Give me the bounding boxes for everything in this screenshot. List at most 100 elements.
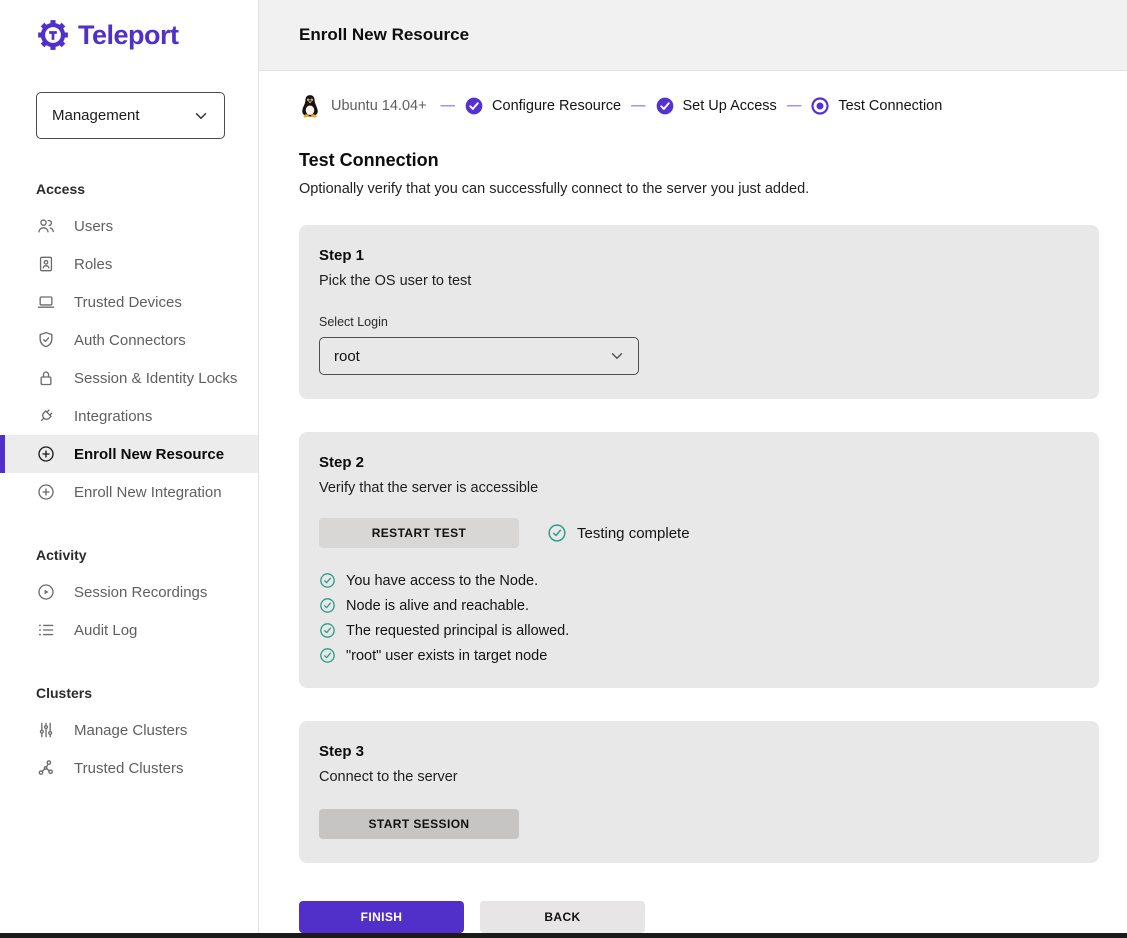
check-item-label: You have access to the Node.	[346, 573, 538, 589]
test-check-item: The requested principal is allowed.	[319, 622, 1079, 639]
play-circle-icon	[36, 582, 56, 602]
sidebar-item-label: Session Recordings	[74, 584, 207, 601]
sidebar-item-integrations[interactable]: Integrations	[0, 397, 258, 435]
sidebar-item-enroll-new-resource[interactable]: Enroll New Resource	[0, 435, 258, 473]
sidebar-item-session-recordings[interactable]: Session Recordings	[0, 573, 258, 611]
sidebar-item-trusted-clusters[interactable]: Trusted Clusters	[0, 749, 258, 787]
test-check-item: "root" user exists in target node	[319, 647, 1079, 664]
step1-description: Pick the OS user to test	[319, 273, 1079, 289]
sidebar-item-label: Enroll New Resource	[74, 446, 224, 463]
main-panel: Enroll New Resource Ubuntu 14.04+ — Conf…	[259, 0, 1127, 933]
chevron-down-icon	[608, 347, 626, 365]
main-header: Enroll New Resource	[259, 0, 1127, 71]
brand-logo[interactable]: Teleport	[0, 18, 258, 52]
step3-description: Connect to the server	[319, 769, 1079, 785]
step1-card: Step 1 Pick the OS user to test Select L…	[299, 225, 1099, 399]
sidebar-item-users[interactable]: Users	[0, 207, 258, 245]
step-done-icon	[464, 96, 484, 116]
laptop-icon	[36, 292, 56, 312]
lock-icon	[36, 368, 56, 388]
plus-circle-icon	[36, 444, 56, 464]
sidebar-item-label: Trusted Devices	[74, 294, 182, 311]
finish-button[interactable]: FINISH	[299, 901, 464, 933]
test-check-list: You have access to the Node. Node is ali…	[319, 572, 1079, 664]
page-subtitle: Optionally verify that you can successfu…	[299, 181, 1127, 197]
login-select-value: root	[334, 348, 360, 365]
stepper-step-label: Test Connection	[838, 98, 942, 114]
login-select[interactable]: root	[319, 337, 639, 375]
section-label-activity: Activity	[0, 533, 258, 573]
page-title: Test Connection	[299, 150, 1127, 171]
testing-status: Testing complete	[547, 523, 690, 543]
stepper-connector: —	[441, 98, 455, 114]
sidebar-item-label: Auth Connectors	[74, 332, 186, 349]
stepper-step-label: Configure Resource	[492, 98, 621, 114]
check-item-label: "root" user exists in target node	[346, 648, 547, 664]
sidebar-item-label: Manage Clusters	[74, 722, 187, 739]
wizard-footer: FINISH BACK	[299, 901, 1127, 933]
check-circle-icon	[319, 572, 336, 589]
stepper-step-configure-resource: Configure Resource	[464, 96, 621, 116]
network-icon	[36, 758, 56, 778]
test-check-item: You have access to the Node.	[319, 572, 1079, 589]
sidebar-item-enroll-new-integration[interactable]: Enroll New Integration	[0, 473, 258, 511]
step3-card: Step 3 Connect to the server START SESSI…	[299, 721, 1099, 863]
sidebar-item-auth-connectors[interactable]: Auth Connectors	[0, 321, 258, 359]
check-item-label: Node is alive and reachable.	[346, 598, 529, 614]
check-circle-icon	[319, 597, 336, 614]
select-login-label: Select Login	[319, 315, 1079, 329]
check-item-label: The requested principal is allowed.	[346, 623, 569, 639]
chevron-down-icon	[192, 107, 210, 125]
check-circle-icon	[547, 523, 567, 543]
start-session-button[interactable]: START SESSION	[319, 809, 519, 839]
list-icon	[36, 620, 56, 640]
shield-check-icon	[36, 330, 56, 350]
app-window: Teleport Management Access Users Roles T…	[0, 0, 1127, 933]
stepper-resource-label: Ubuntu 14.04+	[331, 98, 427, 114]
sidebar-item-label: Roles	[74, 256, 112, 273]
sidebar-item-trusted-devices[interactable]: Trusted Devices	[0, 283, 258, 321]
page-header-title: Enroll New Resource	[299, 25, 469, 45]
testing-status-label: Testing complete	[577, 525, 690, 542]
check-circle-icon	[319, 647, 336, 664]
step1-title: Step 1	[319, 247, 1079, 264]
sliders-icon	[36, 720, 56, 740]
sidebar-item-label: Enroll New Integration	[74, 484, 222, 501]
restart-test-button[interactable]: RESTART TEST	[319, 518, 519, 548]
test-check-item: Node is alive and reachable.	[319, 597, 1079, 614]
step2-card: Step 2 Verify that the server is accessi…	[299, 432, 1099, 688]
step-done-icon	[655, 96, 675, 116]
sidebar-item-manage-clusters[interactable]: Manage Clusters	[0, 711, 258, 749]
sidebar-item-audit-log[interactable]: Audit Log	[0, 611, 258, 649]
sidebar-item-session-identity-locks[interactable]: Session & Identity Locks	[0, 359, 258, 397]
enroll-stepper: Ubuntu 14.04+ — Configure Resource — Set…	[259, 71, 1127, 128]
step3-title: Step 3	[319, 743, 1079, 760]
sidebar-item-label: Audit Log	[74, 622, 137, 639]
management-select[interactable]: Management	[36, 92, 225, 139]
sidebar-item-label: Users	[74, 218, 113, 235]
check-circle-icon	[319, 622, 336, 639]
sidebar-item-label: Session & Identity Locks	[74, 370, 237, 387]
users-icon	[36, 216, 56, 236]
step2-description: Verify that the server is accessible	[319, 480, 1079, 496]
step2-title: Step 2	[319, 454, 1079, 471]
linux-tux-icon	[299, 94, 321, 118]
step-current-icon	[810, 96, 830, 116]
stepper-step-test-connection: Test Connection	[810, 96, 942, 116]
brand-name: Teleport	[78, 20, 179, 51]
roles-icon	[36, 254, 56, 274]
window-bottom-edge	[0, 933, 1127, 938]
section-label-access: Access	[0, 167, 258, 207]
sidebar: Teleport Management Access Users Roles T…	[0, 0, 259, 933]
content-area: Test Connection Optionally verify that y…	[259, 128, 1127, 933]
stepper-connector: —	[631, 98, 645, 114]
back-button[interactable]: BACK	[480, 901, 645, 933]
sidebar-item-roles[interactable]: Roles	[0, 245, 258, 283]
teleport-gear-icon	[36, 18, 70, 52]
management-select-value: Management	[52, 107, 140, 124]
stepper-step-set-up-access: Set Up Access	[655, 96, 777, 116]
sidebar-item-label: Trusted Clusters	[74, 760, 183, 777]
stepper-step-label: Set Up Access	[683, 98, 777, 114]
sidebar-item-label: Integrations	[74, 408, 152, 425]
plus-circle-icon	[36, 482, 56, 502]
